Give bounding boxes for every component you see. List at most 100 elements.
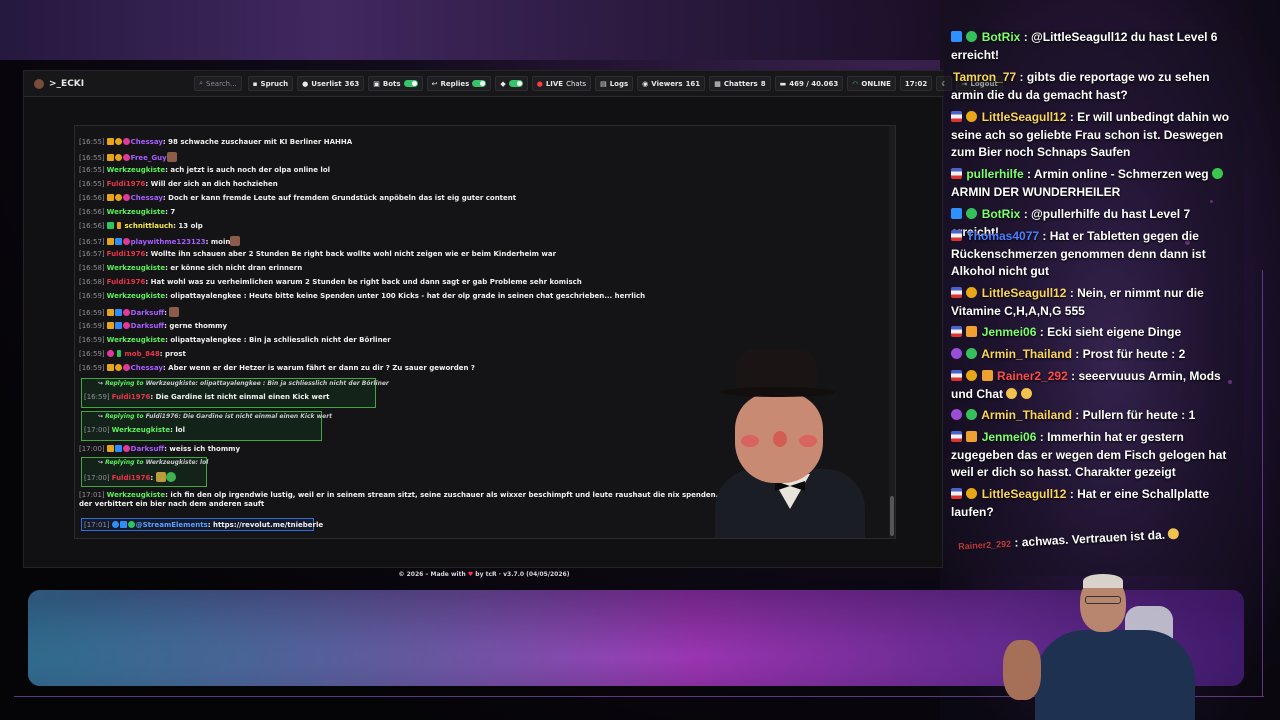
browser-panel: >_ECKI ⌕ Search... ▪ Spruch ● Userlist 363 … xyxy=(23,70,1003,578)
overlay-username: Tamron_77 xyxy=(953,70,1017,84)
search-icon: ⌕ xyxy=(199,79,204,87)
message-text: lol xyxy=(175,426,185,434)
overlay-message-text: Ecki sieht eigene Dinge xyxy=(1047,325,1182,339)
vip-badge-icon xyxy=(114,238,122,245)
frame-border xyxy=(1262,270,1263,696)
username[interactable]: playwithme123123 xyxy=(131,238,206,246)
gem-icon xyxy=(951,348,962,359)
username[interactable]: Werkzeugkiste xyxy=(107,264,165,272)
username[interactable]: Werkzeugkiste xyxy=(107,208,165,216)
overlay-username: BotRix xyxy=(981,207,1021,221)
replies-toggle[interactable]: ↩ Replies xyxy=(426,76,492,91)
username[interactable]: Werkzeugkiste xyxy=(107,166,165,174)
timestamp: [16:59] xyxy=(84,393,110,401)
coin-icon xyxy=(114,194,122,201)
username[interactable]: Chessay xyxy=(131,138,163,146)
username[interactable]: Free_Guy xyxy=(131,154,167,162)
message-text: 13 olp xyxy=(178,222,203,230)
scrollbar[interactable] xyxy=(889,126,895,538)
separator: : xyxy=(1075,347,1080,361)
viewers-count: 161 xyxy=(685,79,701,88)
live-chats-button[interactable]: ● LIVE Chats xyxy=(531,76,592,91)
timestamp: [16:58] xyxy=(79,278,105,286)
brand[interactable]: >_ECKI xyxy=(34,78,84,89)
timestamp: [16:56] xyxy=(79,208,105,216)
sub-badge-icon xyxy=(122,138,130,145)
overlay-username: Rainer2_292 xyxy=(957,538,1012,552)
username[interactable]: mob_848 xyxy=(125,350,160,358)
username[interactable]: schnittlauch xyxy=(125,222,174,230)
heart-icon: ♥ xyxy=(467,571,474,578)
username[interactable]: Fuldi1976 xyxy=(107,250,146,258)
username[interactable]: Darksuff xyxy=(131,309,164,317)
chat-log[interactable]: [16:55] Chessay: 98 schwache zuschauer mi… xyxy=(74,125,896,539)
username[interactable]: Darksuff xyxy=(131,322,164,330)
timestamp: [17:01] xyxy=(79,491,105,499)
reply-icon: ↪ xyxy=(98,459,104,466)
crown-icon xyxy=(106,154,114,161)
crown-icon xyxy=(106,194,114,201)
spruch-button[interactable]: ▪ Spruch xyxy=(247,76,294,91)
reply-context: ↪ Replying to Werkzeugkiste: olipattayal… xyxy=(82,379,389,387)
document-icon: ▤ xyxy=(600,79,607,88)
sound-switch[interactable] xyxy=(508,80,523,87)
chatters-stat: ▦ Chatters 8 xyxy=(709,76,771,91)
reply-label: Replying to xyxy=(105,380,144,387)
message-text: prost xyxy=(165,350,186,358)
top-glow xyxy=(0,0,940,60)
emote-icon xyxy=(1020,387,1032,399)
cheek xyxy=(741,435,759,447)
separator: : xyxy=(1069,110,1074,124)
username[interactable]: Werkzeugkiste xyxy=(112,426,170,434)
thai-flag-icon xyxy=(951,168,962,179)
message-link[interactable]: https://revolut.me/tnieberle xyxy=(213,521,323,529)
username[interactable]: @StreamElements xyxy=(136,521,208,529)
username[interactable]: Fuldi1976 xyxy=(112,474,151,482)
footer: © 2026 – Made with ♥ by tcR · v3.7.0 (04… xyxy=(24,571,944,578)
search-input[interactable]: ⌕ Search... xyxy=(194,76,242,91)
overlay-username: LittleSeagull12 xyxy=(981,286,1067,300)
username[interactable]: Chessay xyxy=(131,364,163,372)
overlay-username: Armin_Thailand xyxy=(981,347,1072,361)
userlist-button[interactable]: ● Userlist 363 xyxy=(297,76,365,91)
reply-quote: olipattayalengkee : Bin ja schliesslich … xyxy=(200,380,389,387)
username[interactable]: Fuldi1976 xyxy=(107,278,146,286)
username[interactable]: Werkzeugkiste xyxy=(107,292,165,300)
verified-icon xyxy=(966,409,978,420)
chat-message: [16:59] Werkzeugkiste: olipattayalengkee … xyxy=(79,336,391,344)
username[interactable]: Werkzeugkiste xyxy=(107,491,165,499)
chat-message: [16:56] schnittlauch: 13 olp xyxy=(79,222,203,230)
reply-icon: ↪ xyxy=(98,413,104,420)
username[interactable]: Fuldi1976 xyxy=(107,180,146,188)
sound-toggle[interactable]: ◆ xyxy=(495,76,528,91)
logs-button[interactable]: ▤ Logs xyxy=(595,76,634,91)
overlay-username: Armin_Thailand xyxy=(981,408,1072,422)
username[interactable]: Werkzeugkiste xyxy=(107,336,165,344)
scrollbar-thumb[interactable] xyxy=(890,496,894,536)
bots-toggle[interactable]: ▣ Bots xyxy=(368,76,423,91)
online-label: ONLINE xyxy=(861,79,891,88)
viewers-stat: ◉ Viewers 161 xyxy=(637,76,706,91)
crown-icon xyxy=(106,309,114,316)
timestamp: [16:55] xyxy=(79,166,105,174)
username[interactable]: Fuldi1976 xyxy=(112,393,151,401)
separator: : xyxy=(1019,70,1024,84)
replies-switch[interactable] xyxy=(472,80,487,87)
vip-badge-icon xyxy=(114,445,122,452)
timestamp: [16:59] xyxy=(79,336,105,344)
timestamp: [16:55] xyxy=(79,154,105,162)
username[interactable]: Darksuff xyxy=(131,445,164,453)
message-text: Doch er kann fremde Leute auf fremdem Gr… xyxy=(168,194,517,202)
reply-quote: Die Gardine ist nicht einmal einen Kick … xyxy=(182,413,333,420)
sub-badge-icon xyxy=(106,350,114,357)
top-bar: >_ECKI ⌕ Search... ▪ Spruch ● Userlist 363 … xyxy=(24,71,1003,97)
user-icon: ● xyxy=(302,79,309,88)
bots-switch[interactable] xyxy=(403,80,418,87)
gem-icon xyxy=(951,409,962,420)
username[interactable]: Chessay xyxy=(131,194,163,202)
message-text: Hat wohl was zu verheimlichen warum 2 St… xyxy=(150,278,582,286)
thai-flag-icon xyxy=(951,111,962,122)
emote-icon xyxy=(1168,527,1180,540)
person-torso xyxy=(1035,630,1195,720)
crown-icon xyxy=(106,322,114,329)
